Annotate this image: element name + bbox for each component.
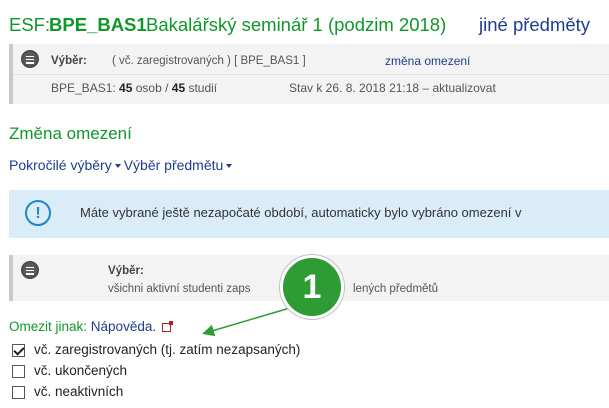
checkbox-label: vč. neaktivních: [34, 384, 124, 399]
student-count: BPE_BAS1: 45 osob / 45 studií: [51, 81, 217, 95]
divider: [13, 74, 609, 75]
other-subjects-link[interactable]: jiné předměty: [479, 14, 590, 36]
selection-label: Výběr:: [51, 55, 87, 67]
change-restriction-link[interactable]: změna omezení: [385, 54, 470, 68]
checkbox-inactive[interactable]: [12, 386, 25, 399]
course-code: BPE_BAS1: [49, 14, 147, 35]
list-icon: [21, 50, 39, 68]
checkbox-label: vč. zaregistrovaných (tj. zatím nezapsan…: [34, 342, 301, 357]
subject-selection-label: Výběr předmětu: [123, 157, 224, 173]
checkmark-icon: [13, 344, 25, 356]
checkbox-terminated[interactable]: [12, 365, 25, 378]
status-text[interactable]: Stav k 26. 8. 2018 21:18 – aktualizovat: [289, 81, 496, 95]
options-menu: Pokročilé výběry Výběr předmětu: [9, 157, 235, 173]
external-link-icon[interactable]: [162, 321, 174, 332]
restrict-label: Omezit jinak:: [9, 319, 88, 334]
course-name: Bakalářský seminář 1 (podzim 2018): [146, 14, 447, 35]
caret-down-icon: [226, 164, 233, 169]
selection-box-text: všichni aktivní studenti zaps: [108, 283, 251, 295]
faculty-prefix: ESF:: [9, 14, 51, 35]
callout-badge: 1: [280, 255, 344, 319]
persons-count: 45: [119, 81, 133, 95]
info-icon: !: [25, 200, 51, 226]
selection-box-text-tail: lených předmětů: [353, 283, 439, 295]
subject-selection-menu[interactable]: Výběr předmětu: [124, 157, 236, 173]
studies-count: 45: [171, 81, 186, 95]
persons-word: osob /: [132, 81, 172, 95]
selection-box-label: Výběr:: [108, 265, 144, 277]
selection-filter: ( vč. zaregistrovaných ) [ BPE_BAS1 ]: [112, 55, 306, 67]
alert-message: Máte vybrané ještě nezapočaté období, au…: [80, 205, 522, 220]
checkbox-registered[interactable]: [12, 344, 25, 357]
studies-word: studií: [185, 81, 218, 95]
checkbox-label: vč. ukončených: [34, 363, 128, 378]
info-alert: ! Máte vybrané ještě nezapočaté období, …: [9, 190, 609, 238]
help-link[interactable]: Nápověda.: [91, 319, 156, 334]
count-prefix: BPE_BAS1:: [51, 81, 120, 95]
advanced-selection-label: Pokročilé výběry: [9, 157, 112, 173]
course-title-bar: ESF: BPE_BAS1 Bakalářský seminář 1 (podz…: [9, 11, 609, 41]
selection-panel: Výběr: ( vč. zaregistrovaných ) [ BPE_BA…: [9, 44, 609, 104]
caret-down-icon: [114, 164, 121, 169]
advanced-selection-menu[interactable]: Pokročilé výběry: [9, 157, 124, 173]
list-icon: [21, 261, 39, 279]
section-title: Změna omezení: [9, 124, 132, 143]
restrict-row: Omezit jinak: Nápověda.: [9, 319, 174, 334]
